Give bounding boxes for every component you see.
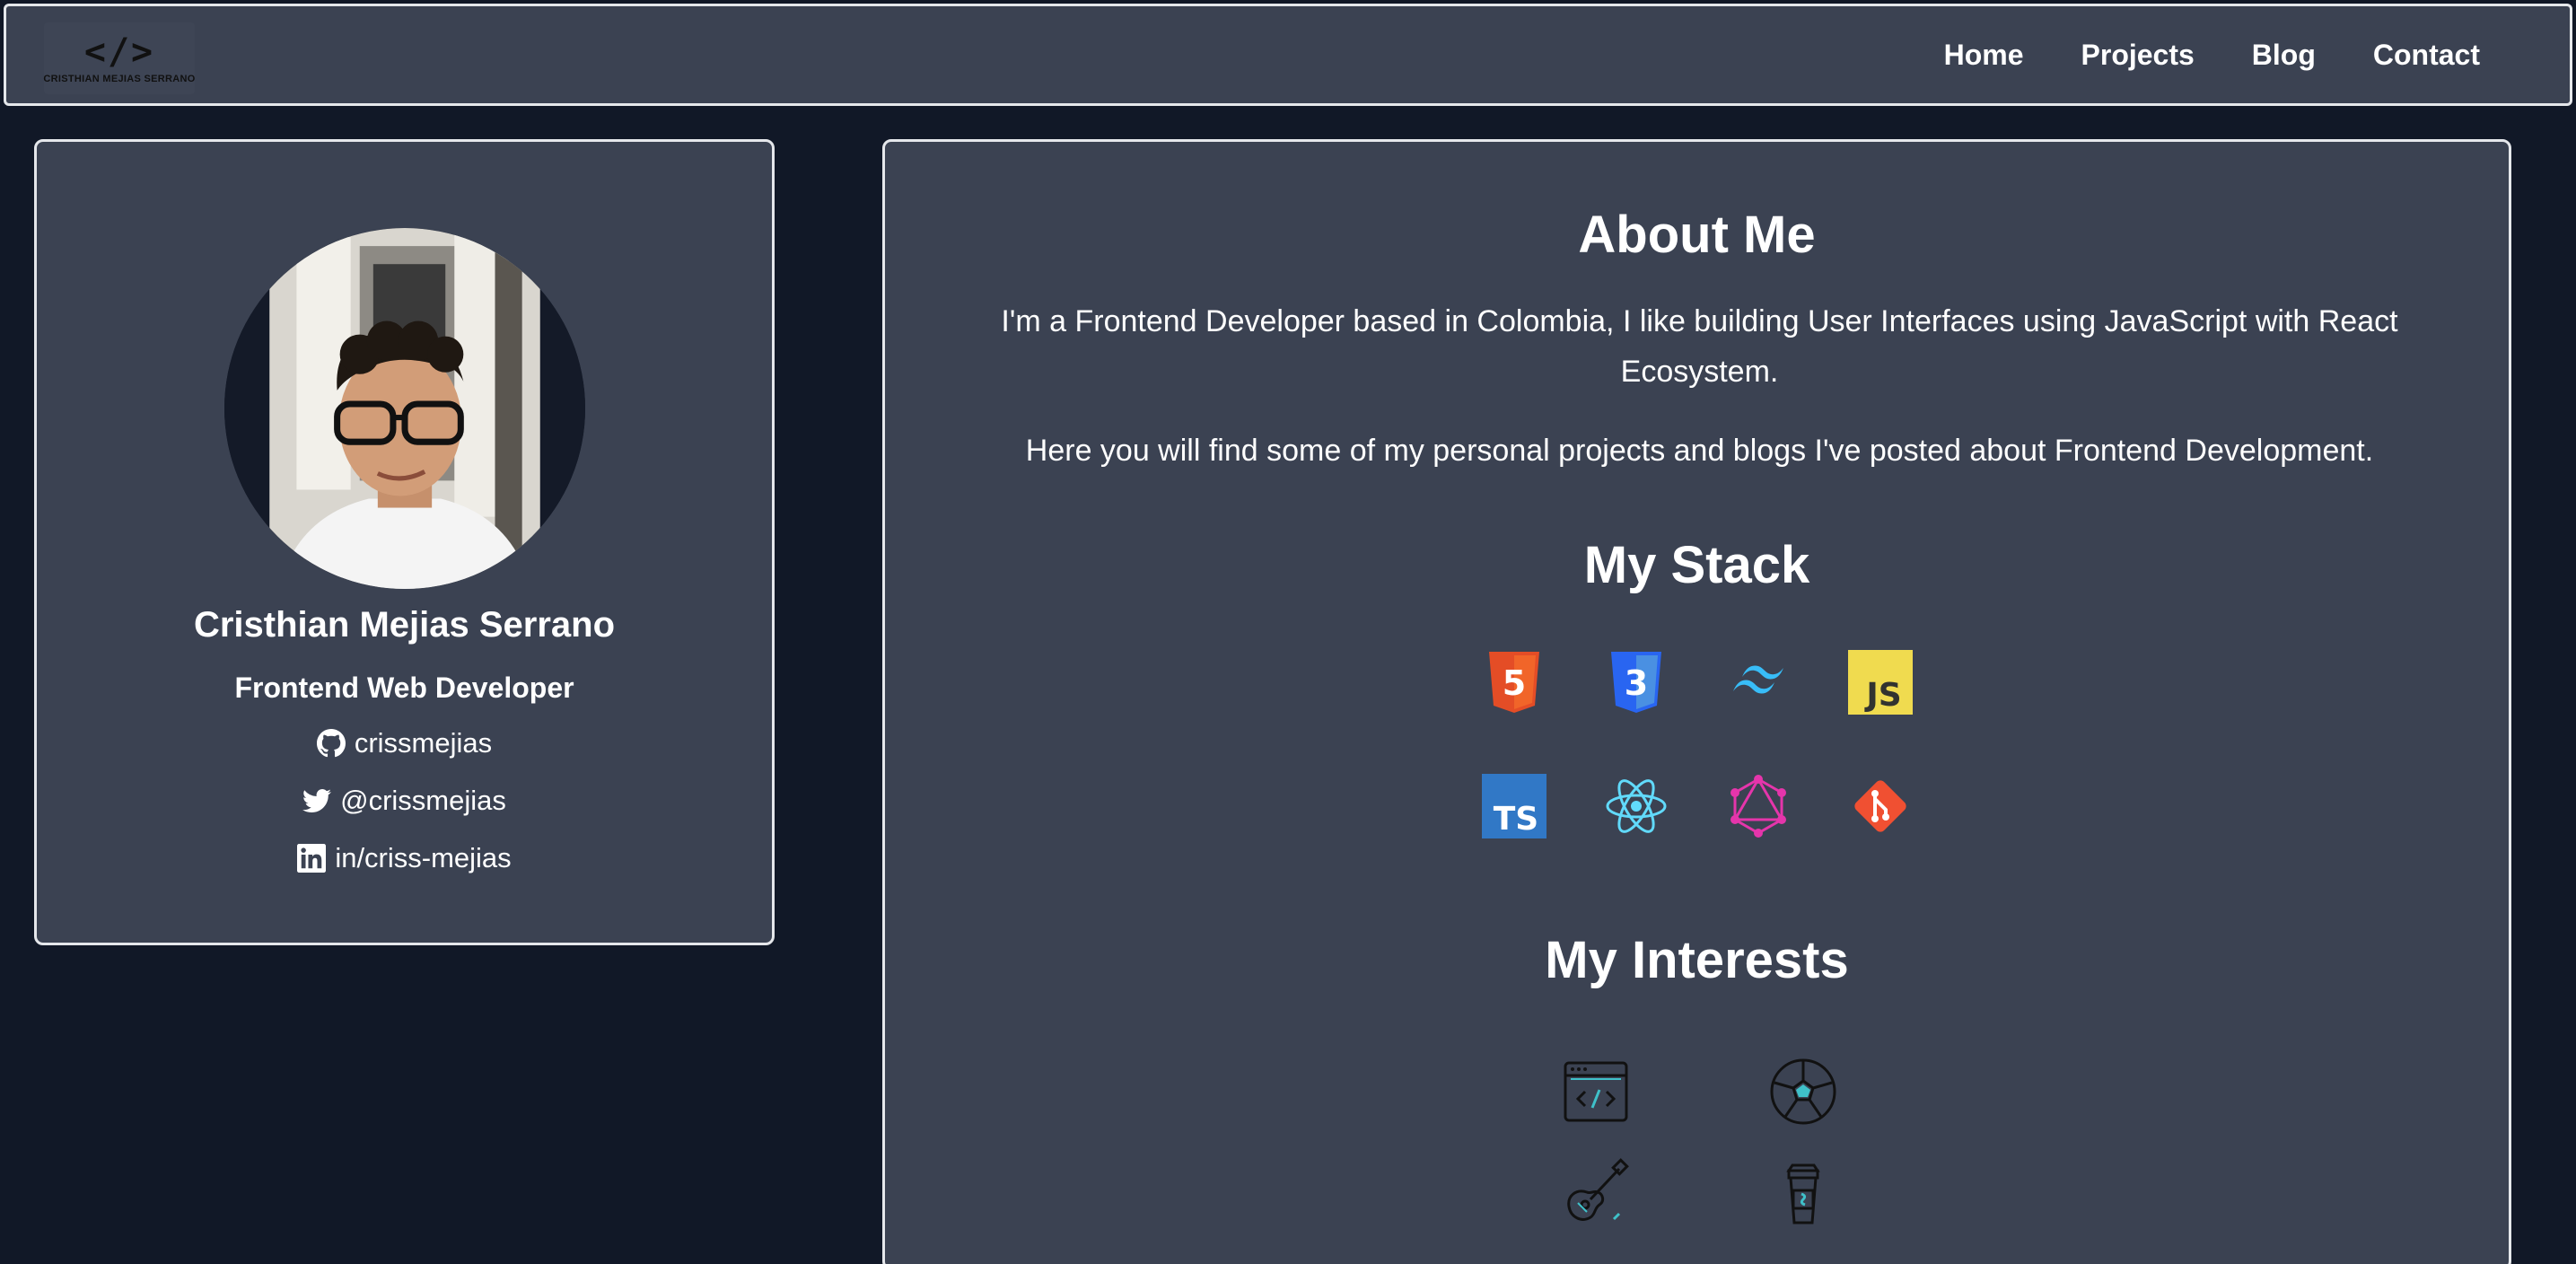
git-icon xyxy=(1848,774,1913,838)
twitter-icon xyxy=(302,789,332,813)
coffee-cup-icon xyxy=(1767,1156,1839,1228)
svg-text:3: 3 xyxy=(1624,663,1647,703)
svg-text:TS: TS xyxy=(1493,801,1538,838)
svg-text:5: 5 xyxy=(1502,663,1525,703)
javascript-icon: JS xyxy=(1847,650,1913,715)
github-icon xyxy=(316,729,346,758)
nav-contact-link[interactable]: Contact xyxy=(2373,39,2480,72)
about-heading: About Me xyxy=(1578,206,1816,264)
linkedin-icon xyxy=(297,844,327,873)
github-handle: crissmejias xyxy=(354,727,493,759)
stack-row-2: TS xyxy=(885,774,2509,838)
interests-heading: My Interests xyxy=(1545,931,1849,989)
typescript-icon: TS xyxy=(1481,774,1546,838)
logo-subtitle: CRISTHIAN MEJIAS SERRANO xyxy=(43,74,196,84)
site-logo[interactable]: </> CRISTHIAN MEJIAS SERRANO xyxy=(43,22,196,94)
graphql-icon xyxy=(1726,774,1791,838)
nav-home-link[interactable]: Home xyxy=(1944,39,2024,72)
css3-icon: 3 xyxy=(1604,650,1669,715)
twitter-link[interactable]: @crissmejias xyxy=(37,785,772,817)
twitter-handle: @crissmejias xyxy=(340,785,506,816)
nav-blog-link[interactable]: Blog xyxy=(2252,39,2316,72)
avatar xyxy=(224,228,585,589)
top-navbar: </> CRISTHIAN MEJIAS SERRANO Home Projec… xyxy=(4,4,2572,106)
about-card: About Me I'm a Frontend Developer based … xyxy=(882,139,2511,1264)
nav-projects-link[interactable]: Projects xyxy=(2081,39,2195,72)
profile-role: Frontend Web Developer xyxy=(234,672,574,704)
profile-name: Cristhian Mejias Serrano xyxy=(193,605,616,645)
tailwind-icon xyxy=(1726,650,1791,715)
avatar-photo xyxy=(224,228,585,589)
main-nav: Home Projects Blog Contact xyxy=(1944,6,2480,103)
github-link[interactable]: crissmejias xyxy=(37,727,772,759)
svg-text:JS: JS xyxy=(1863,677,1901,714)
html5-icon: 5 xyxy=(1482,650,1546,715)
linkedin-link[interactable]: in/criss-mejias xyxy=(37,842,772,874)
logo-code-mark: </> xyxy=(83,31,155,73)
guitar-icon xyxy=(1560,1156,1632,1228)
linkedin-handle: in/criss-mejias xyxy=(335,842,512,873)
stack-row-1: 5 3 JS xyxy=(885,650,2509,715)
soccer-ball-icon xyxy=(1767,1056,1839,1128)
react-icon xyxy=(1604,774,1669,838)
about-paragraph-1: I'm a Frontend Developer based in Colomb… xyxy=(1001,304,2398,389)
code-window-icon xyxy=(1560,1056,1632,1128)
stack-heading: My Stack xyxy=(1583,536,1810,594)
profile-card: Cristhian Mejias Serrano Frontend Web De… xyxy=(34,139,775,945)
about-paragraph-2: Here you will find some of my personal p… xyxy=(1025,434,2374,468)
